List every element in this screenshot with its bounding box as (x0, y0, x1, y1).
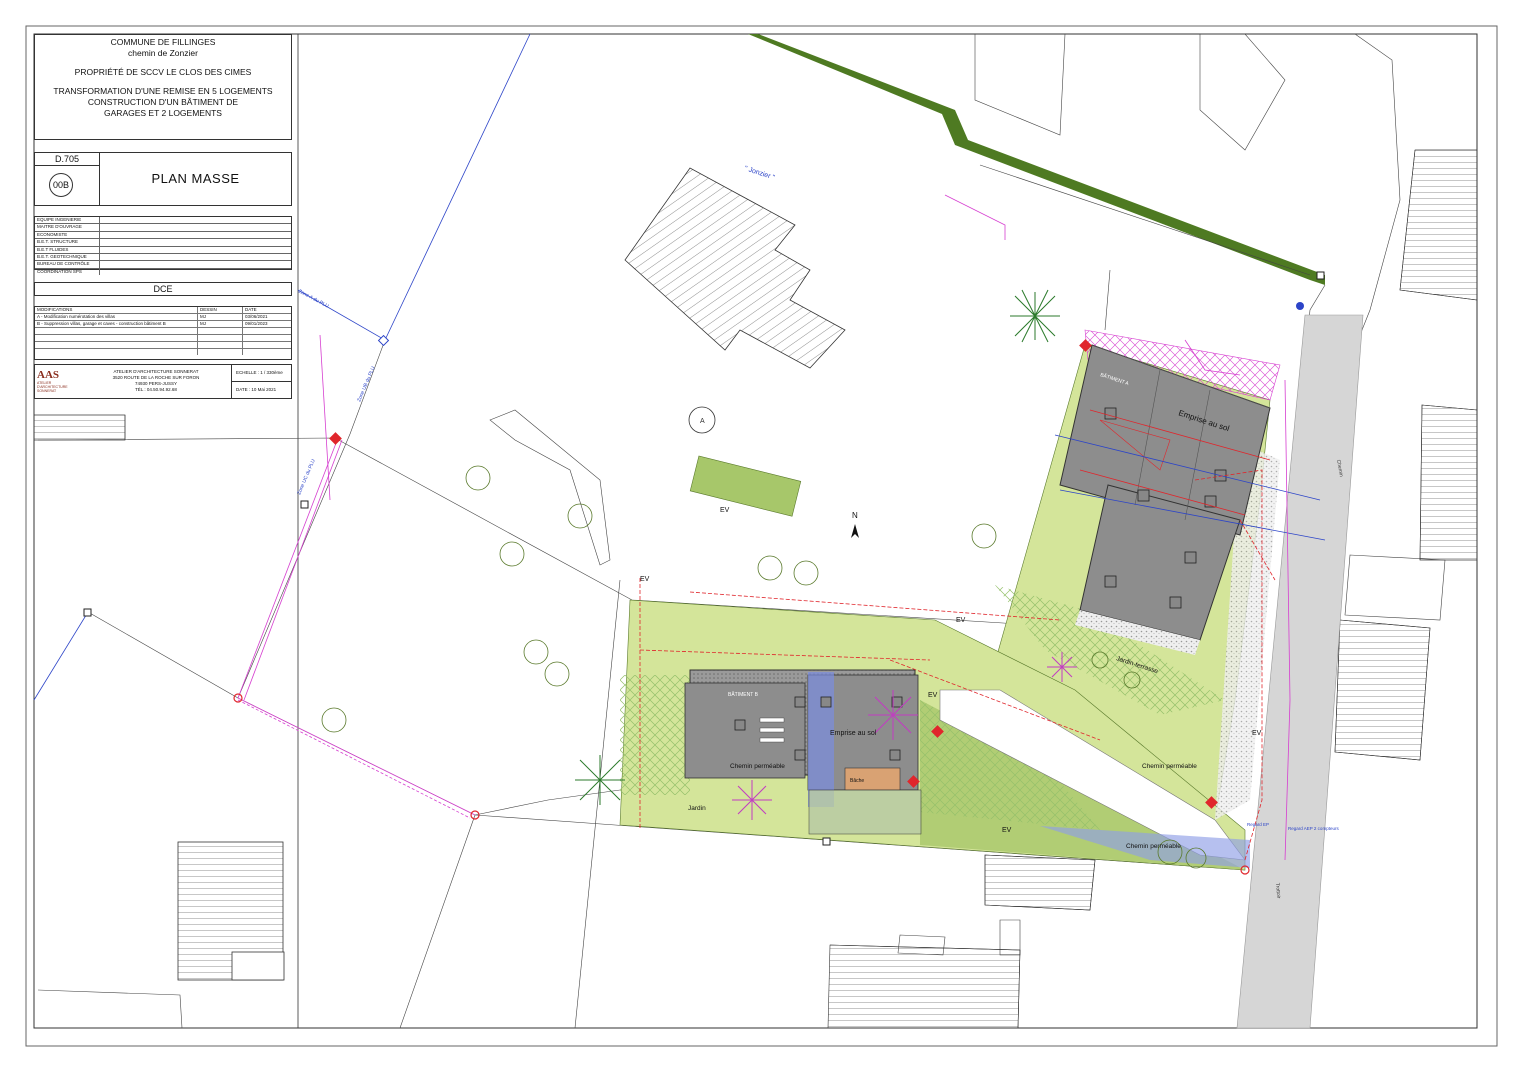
plan-sheet: A N " Jonzier " BÂTIMENT A BÂTIMENT B Em… (0, 0, 1527, 1080)
building-b-label: BÂTIMENT B (728, 691, 759, 698)
chemin-permeable-3: Chemin perméable (1126, 843, 1181, 850)
neighbor-building-s (827, 944, 1021, 1029)
logo-subtitle: ATELIER D'ARCHITECTURE SONNERAT (37, 381, 68, 393)
chemin-permeable-1: Chemin perméable (730, 763, 785, 770)
ev-label-6: EV (1252, 730, 1262, 737)
commune-name: COMMUNE DE FILLINGES (110, 37, 216, 47)
zone-a-label: Zone A du PLU (297, 288, 330, 309)
mod-cell: MJ (197, 313, 243, 321)
team-row: B.E.T. STRUCTURE (35, 239, 291, 247)
architect-phone: TÉL : 04.50.94.92.68 (135, 387, 177, 392)
table-row: B - Suppression villas, garage et caves … (35, 320, 291, 328)
ev-label-2: EV (640, 576, 650, 583)
north-arrow (851, 524, 859, 538)
ev-label-3: EV (956, 617, 966, 624)
table-row: A - Modification numérotation des villas… (35, 313, 291, 321)
ev-label-5: EV (1002, 827, 1012, 834)
team-table: EQUIPE INGENIERIE MAITRE D'OUVRAGE ECONO… (34, 216, 292, 276)
team-row: BUREAU DE CONTRÔLE (35, 261, 291, 269)
owner-name: PROPRIÉTÉ DE SCCV LE CLOS DES CIMES (74, 67, 252, 77)
team-row: MAITRE D'OUVRAGE (35, 224, 291, 232)
label-a: A (700, 418, 705, 425)
title-block-drawing: D.705 00B PLAN MASSE (34, 152, 292, 206)
team-row: B.E.T FLUIDES (35, 246, 291, 254)
neighbor-building-ne (1399, 149, 1478, 301)
chemin-permeable-2: Chemin perméable (1142, 763, 1197, 770)
project-line-2: CONSTRUCTION D'UN BÂTIMENT DE GARAGES ET… (87, 97, 239, 118)
architect-logo: AAS ATELIER D'ARCHITECTURE SONNERAT (37, 369, 73, 395)
scale-date-box: ECHELLE : 1 / 330ème DATE : 10 Mai 2021 (231, 365, 291, 398)
jardin-label: Jardin (688, 805, 706, 812)
lawn-patch (689, 455, 802, 517)
ramp-blue (808, 672, 834, 807)
hedge-band (748, 34, 1325, 285)
team-row: ECONOMISTE (35, 231, 291, 240)
neighbor-building-e2 (1419, 404, 1478, 561)
neighbor-building-e (1334, 619, 1431, 761)
scale-label: ECHELLE : 1 / 330ème (232, 365, 291, 382)
drawing-title: PLAN MASSE (99, 153, 291, 205)
north-label: N (852, 511, 858, 520)
logo-mark: AAS (37, 369, 60, 381)
neighbor-building-w (33, 414, 126, 441)
footprint-b-label: Emprise au sol (830, 730, 877, 737)
date-label: DATE : 10 Mai 2021 (236, 387, 277, 392)
bache-label: Bâche (850, 778, 864, 784)
street-name: chemin de Zonzier (128, 48, 198, 58)
mod-cell: B - Suppression villas, garage et caves … (35, 320, 198, 328)
table-row (35, 334, 291, 342)
table-row (35, 327, 291, 335)
drawing-index: 00B (49, 173, 73, 197)
ev-label-4: EV (928, 692, 938, 699)
road-name: " Jonzier " (743, 165, 776, 182)
mod-cell: MJ (197, 320, 243, 328)
team-row: COORDINATION SPS (35, 268, 291, 276)
architect-block: AAS ATELIER D'ARCHITECTURE SONNERAT ATEL… (34, 364, 292, 399)
architect-address: ATELIER D'ARCHITECTURE SONNERAT 3520 ROU… (87, 369, 225, 393)
regard-aep-label: Regard AEP 2 compteurs (1288, 826, 1339, 831)
zone-uc-label: Zone UC du PLU (296, 458, 317, 496)
ev-label-1: EV (720, 507, 730, 514)
mod-cell: 09/01/2023 (242, 320, 291, 328)
table-row (35, 341, 291, 349)
drawing-number: D.705 (35, 153, 100, 166)
neighbor-building-hatched (624, 167, 846, 369)
zone-ub-label: Zone UB du PLU (356, 365, 376, 402)
modifications-table: MODIFICATIONS DESSIN DATE A - Modificati… (34, 306, 292, 360)
mod-cell: 03/06/2021 (242, 313, 291, 321)
neighbor-building-se (984, 854, 1096, 911)
regard-ep-label: Regard EP (1247, 822, 1269, 827)
mod-cell: A - Modification numérotation des villas (35, 313, 198, 321)
table-row (35, 348, 291, 355)
project-line-1: TRANSFORMATION D'UNE REMISE EN 5 LOGEMEN… (53, 86, 273, 96)
title-block-header: COMMUNE DE FILLINGES chemin de Zonzier P… (34, 34, 292, 140)
team-row: EQUIPE INGENIERIE (35, 217, 291, 225)
phase-box: DCE (34, 282, 292, 296)
